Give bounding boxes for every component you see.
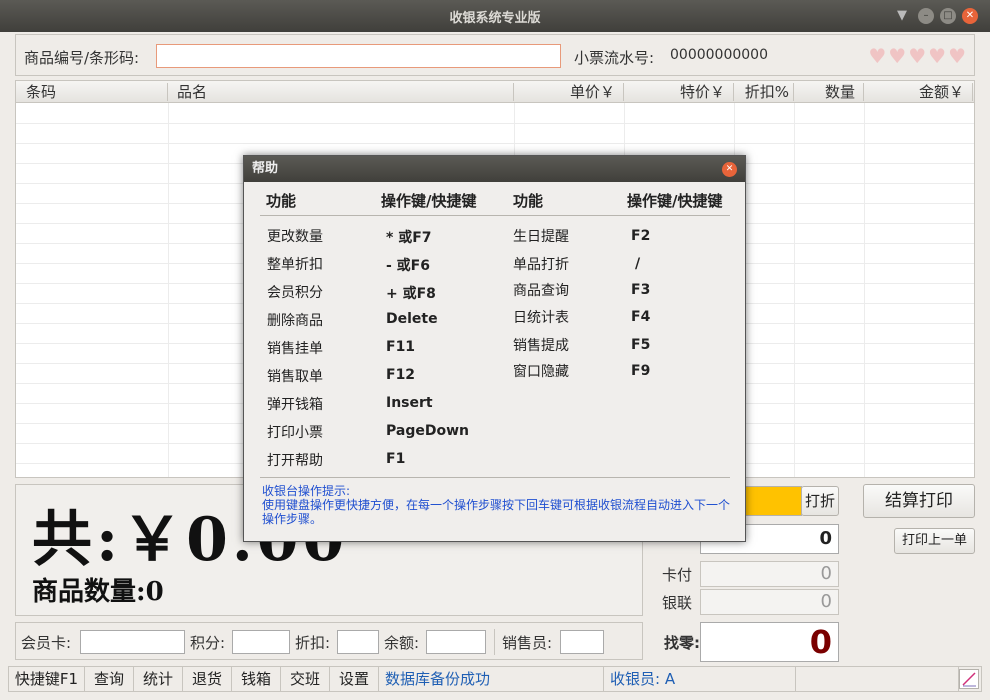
product-code-input[interactable] [156, 44, 561, 68]
help-fn: 打印小票 [267, 425, 323, 441]
column-header-name[interactable]: 品名 [169, 83, 514, 101]
column-header-quantity[interactable]: 数量 [795, 83, 864, 101]
member-card-input[interactable] [80, 630, 185, 654]
discount-button[interactable]: 打折 [801, 486, 839, 516]
help-fn: 销售挂单 [267, 341, 323, 357]
help-key: F1 [386, 451, 406, 467]
member-card-label: 会员卡: [21, 634, 72, 652]
statusbar-query[interactable]: 查询 [85, 667, 134, 691]
help-fn: 更改数量 [267, 229, 323, 245]
statusbar-shift[interactable]: 交班 [281, 667, 330, 691]
help-key: F9 [631, 363, 651, 379]
change-label: 找零: [664, 634, 700, 652]
statusbar-settings[interactable]: 设置 [330, 667, 379, 691]
help-key: PageDown [386, 423, 469, 439]
help-header-key-left: 操作键/快捷键 [381, 192, 477, 210]
help-key: - 或F6 [386, 258, 430, 274]
help-header-function-left: 功能 [266, 192, 297, 210]
status-message: 数据库备份成功 [379, 667, 604, 691]
help-fn: 日统计表 [513, 310, 569, 326]
help-key: F4 [631, 309, 651, 325]
minimize-icon[interactable]: – [918, 8, 934, 24]
unionpay-input[interactable]: 0 [700, 589, 839, 615]
window-title: 收银系统专业版 [449, 11, 541, 26]
help-fn: 窗口隐藏 [513, 364, 569, 380]
help-key: * 或F7 [386, 230, 432, 246]
help-fn: 商品查询 [513, 283, 569, 299]
resize-grip-icon[interactable] [959, 669, 979, 689]
help-fn: 销售取单 [267, 369, 323, 385]
change-amount: 0 [700, 622, 839, 662]
help-fn: 生日提醒 [513, 229, 569, 245]
help-fn: 打开帮助 [267, 453, 323, 469]
help-key: F12 [386, 367, 416, 383]
help-key: + 或F8 [386, 286, 436, 302]
help-key: Insert [386, 395, 433, 411]
help-key: / [635, 256, 641, 272]
help-fn: 弹开钱箱 [267, 397, 323, 413]
column-header-amount[interactable]: 金额￥ [865, 83, 973, 101]
help-dialog: 帮助 ✕ 功能 操作键/快捷键 功能 操作键/快捷键 更改数量 * 或F7 整单… [243, 155, 746, 542]
table-header: 条码 品名 单价￥ 特价￥ 折扣% 数量 金额￥ [16, 81, 974, 103]
receipt-number-label: 小票流水号: [574, 49, 655, 67]
maximize-icon[interactable]: □ [940, 8, 956, 24]
help-fn: 会员积分 [267, 285, 323, 301]
help-tip-body: 使用键盘操作更快捷方便，在每一个操作步骤按下回车键可根据收银流程自动进入下一个操… [262, 498, 731, 526]
item-count-label: 商品数量: [32, 577, 146, 607]
help-fn: 销售提成 [513, 338, 569, 354]
help-key: F5 [631, 337, 651, 353]
statusbar-blank [796, 667, 959, 691]
statusbar-cashbox[interactable]: 钱箱 [232, 667, 281, 691]
cashier-name: 收银员: A [604, 667, 796, 691]
title-bar: 收银系统专业版 ▼ – □ ✕ [0, 0, 990, 32]
member-discount-input[interactable] [337, 630, 379, 654]
help-header-function-right: 功能 [513, 192, 544, 210]
card-payment-label: 卡付 [661, 566, 692, 584]
help-fn: 整单折扣 [267, 257, 323, 273]
reprint-last-button[interactable]: 打印上一单 [894, 528, 975, 554]
status-bar: 快捷键F1 查询 统计 退货 钱箱 交班 设置 数据库备份成功 收银员: A [8, 666, 982, 692]
help-key: F2 [631, 228, 651, 244]
salesperson-input[interactable] [560, 630, 604, 654]
window-menu-icon[interactable]: ▼ [894, 8, 910, 24]
help-tip-title: 收银台操作提示: [262, 484, 351, 498]
help-close-icon[interactable]: ✕ [722, 162, 737, 177]
column-header-barcode[interactable]: 条码 [18, 83, 168, 101]
column-header-price[interactable]: 单价￥ [515, 83, 624, 101]
salesperson-label: 销售员: [502, 634, 553, 652]
help-fn: 删除商品 [267, 313, 323, 329]
product-entry-row: 商品编号/条形码: 小票流水号: 00000000000 ♥♥♥♥♥ [15, 34, 975, 76]
help-header-key-right: 操作键/快捷键 [627, 192, 723, 210]
unionpay-label: 银联 [661, 594, 692, 612]
statusbar-return[interactable]: 退货 [183, 667, 232, 691]
item-count-value: 0 [145, 577, 164, 607]
item-count: 商品数量:0 [32, 571, 164, 608]
balance-label: 余额: [384, 634, 420, 652]
help-dialog-title: 帮助 [244, 156, 745, 182]
help-key: F3 [631, 282, 651, 298]
receipt-number-value: 00000000000 [670, 47, 768, 63]
points-input[interactable] [232, 630, 290, 654]
help-key: Delete [386, 311, 438, 327]
points-label: 积分: [190, 634, 226, 652]
member-row: 会员卡: 积分: 折扣: 余额: 销售员: [15, 622, 643, 660]
card-payment-input[interactable]: 0 [700, 561, 839, 587]
checkout-print-button[interactable]: 结算打印 [863, 484, 975, 518]
statusbar-shortcut[interactable]: 快捷键F1 [9, 667, 85, 691]
member-discount-label: 折扣: [295, 634, 331, 652]
close-icon[interactable]: ✕ [962, 8, 978, 24]
statusbar-statistics[interactable]: 统计 [134, 667, 183, 691]
help-fn: 单品打折 [513, 257, 569, 273]
column-header-discount[interactable]: 折扣% [735, 83, 794, 101]
column-header-special-price[interactable]: 特价￥ [625, 83, 734, 101]
help-key: F11 [386, 339, 416, 355]
product-code-label: 商品编号/条形码: [24, 49, 140, 67]
balance-input[interactable] [426, 630, 486, 654]
help-tip: 收银台操作提示: 使用键盘操作更快捷方便，在每一个操作步骤按下回车键可根据收银流… [262, 484, 732, 526]
hearts-rating-icon: ♥♥♥♥♥ [868, 44, 968, 68]
